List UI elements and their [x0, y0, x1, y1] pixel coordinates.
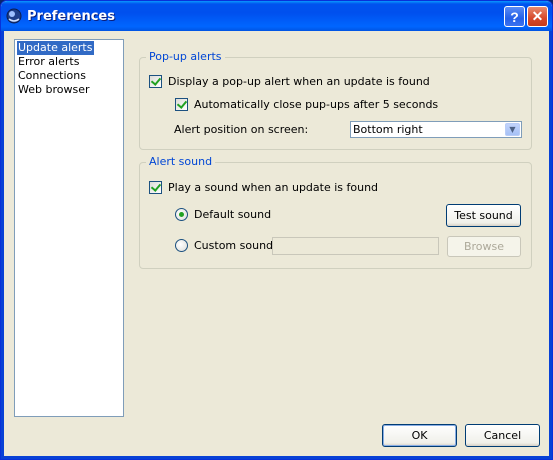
default-sound-option[interactable]: Default sound [175, 208, 271, 221]
default-sound-radio[interactable] [175, 208, 188, 221]
popup-alerts-legend: Pop-up alerts [146, 50, 225, 63]
title-bar[interactable]: Preferences ? ✕ [1, 1, 552, 31]
window-border-bottom [1, 456, 552, 459]
default-sound-label: Default sound [194, 208, 272, 221]
window-border-left [1, 31, 4, 459]
window-border-right [549, 31, 552, 459]
close-button[interactable]: ✕ [527, 6, 548, 27]
play-sound-label: Play a sound when an update is found [168, 181, 379, 194]
preferences-window: Preferences ? ✕ Update alerts Error aler… [0, 0, 553, 460]
app-icon [6, 8, 22, 24]
display-popup-label: Display a pop-up alert when an update is… [168, 75, 430, 88]
test-sound-button[interactable]: Test sound [446, 204, 521, 227]
display-popup-checkbox[interactable] [149, 75, 162, 88]
custom-sound-option[interactable]: Custom sound [175, 239, 273, 252]
preferences-category-list[interactable]: Update alerts Error alerts Connections W… [14, 39, 124, 417]
window-title: Preferences [27, 9, 115, 24]
browse-button[interactable]: Browse [447, 236, 521, 257]
custom-sound-radio[interactable] [175, 239, 188, 252]
alert-position-label-row: Alert position on screen: [174, 123, 308, 136]
custom-sound-path-field[interactable] [272, 237, 439, 255]
chevron-down-icon[interactable]: ▼ [505, 123, 520, 136]
alert-position-select[interactable]: Bottom right ▼ [350, 121, 522, 138]
alert-sound-legend: Alert sound [146, 155, 216, 168]
sidebar-item-update-alerts[interactable]: Update alerts [17, 41, 94, 55]
ok-button[interactable]: OK [382, 424, 457, 447]
ok-label: OK [411, 429, 428, 442]
display-popup-option[interactable]: Display a pop-up alert when an update is… [149, 75, 430, 88]
auto-close-option[interactable]: Automatically close pup-ups after 5 seco… [175, 98, 438, 111]
auto-close-checkbox[interactable] [175, 98, 188, 111]
play-sound-option[interactable]: Play a sound when an update is found [149, 181, 378, 194]
sidebar-item-error-alerts[interactable]: Error alerts [17, 55, 121, 69]
sidebar-item-web-browser[interactable]: Web browser [17, 83, 121, 97]
help-button[interactable]: ? [504, 6, 525, 27]
alert-position-value: Bottom right [353, 123, 423, 136]
cancel-button[interactable]: Cancel [465, 424, 540, 447]
sidebar-item-connections[interactable]: Connections [17, 69, 121, 83]
custom-sound-label: Custom sound [194, 239, 274, 252]
help-icon: ? [510, 8, 519, 25]
test-sound-label: Test sound [454, 209, 513, 222]
alert-position-label: Alert position on screen: [174, 123, 309, 136]
play-sound-checkbox[interactable] [149, 181, 162, 194]
auto-close-label: Automatically close pup-ups after 5 seco… [194, 98, 439, 111]
cancel-label: Cancel [483, 429, 522, 442]
close-icon: ✕ [531, 8, 544, 24]
browse-label: Browse [463, 240, 505, 253]
